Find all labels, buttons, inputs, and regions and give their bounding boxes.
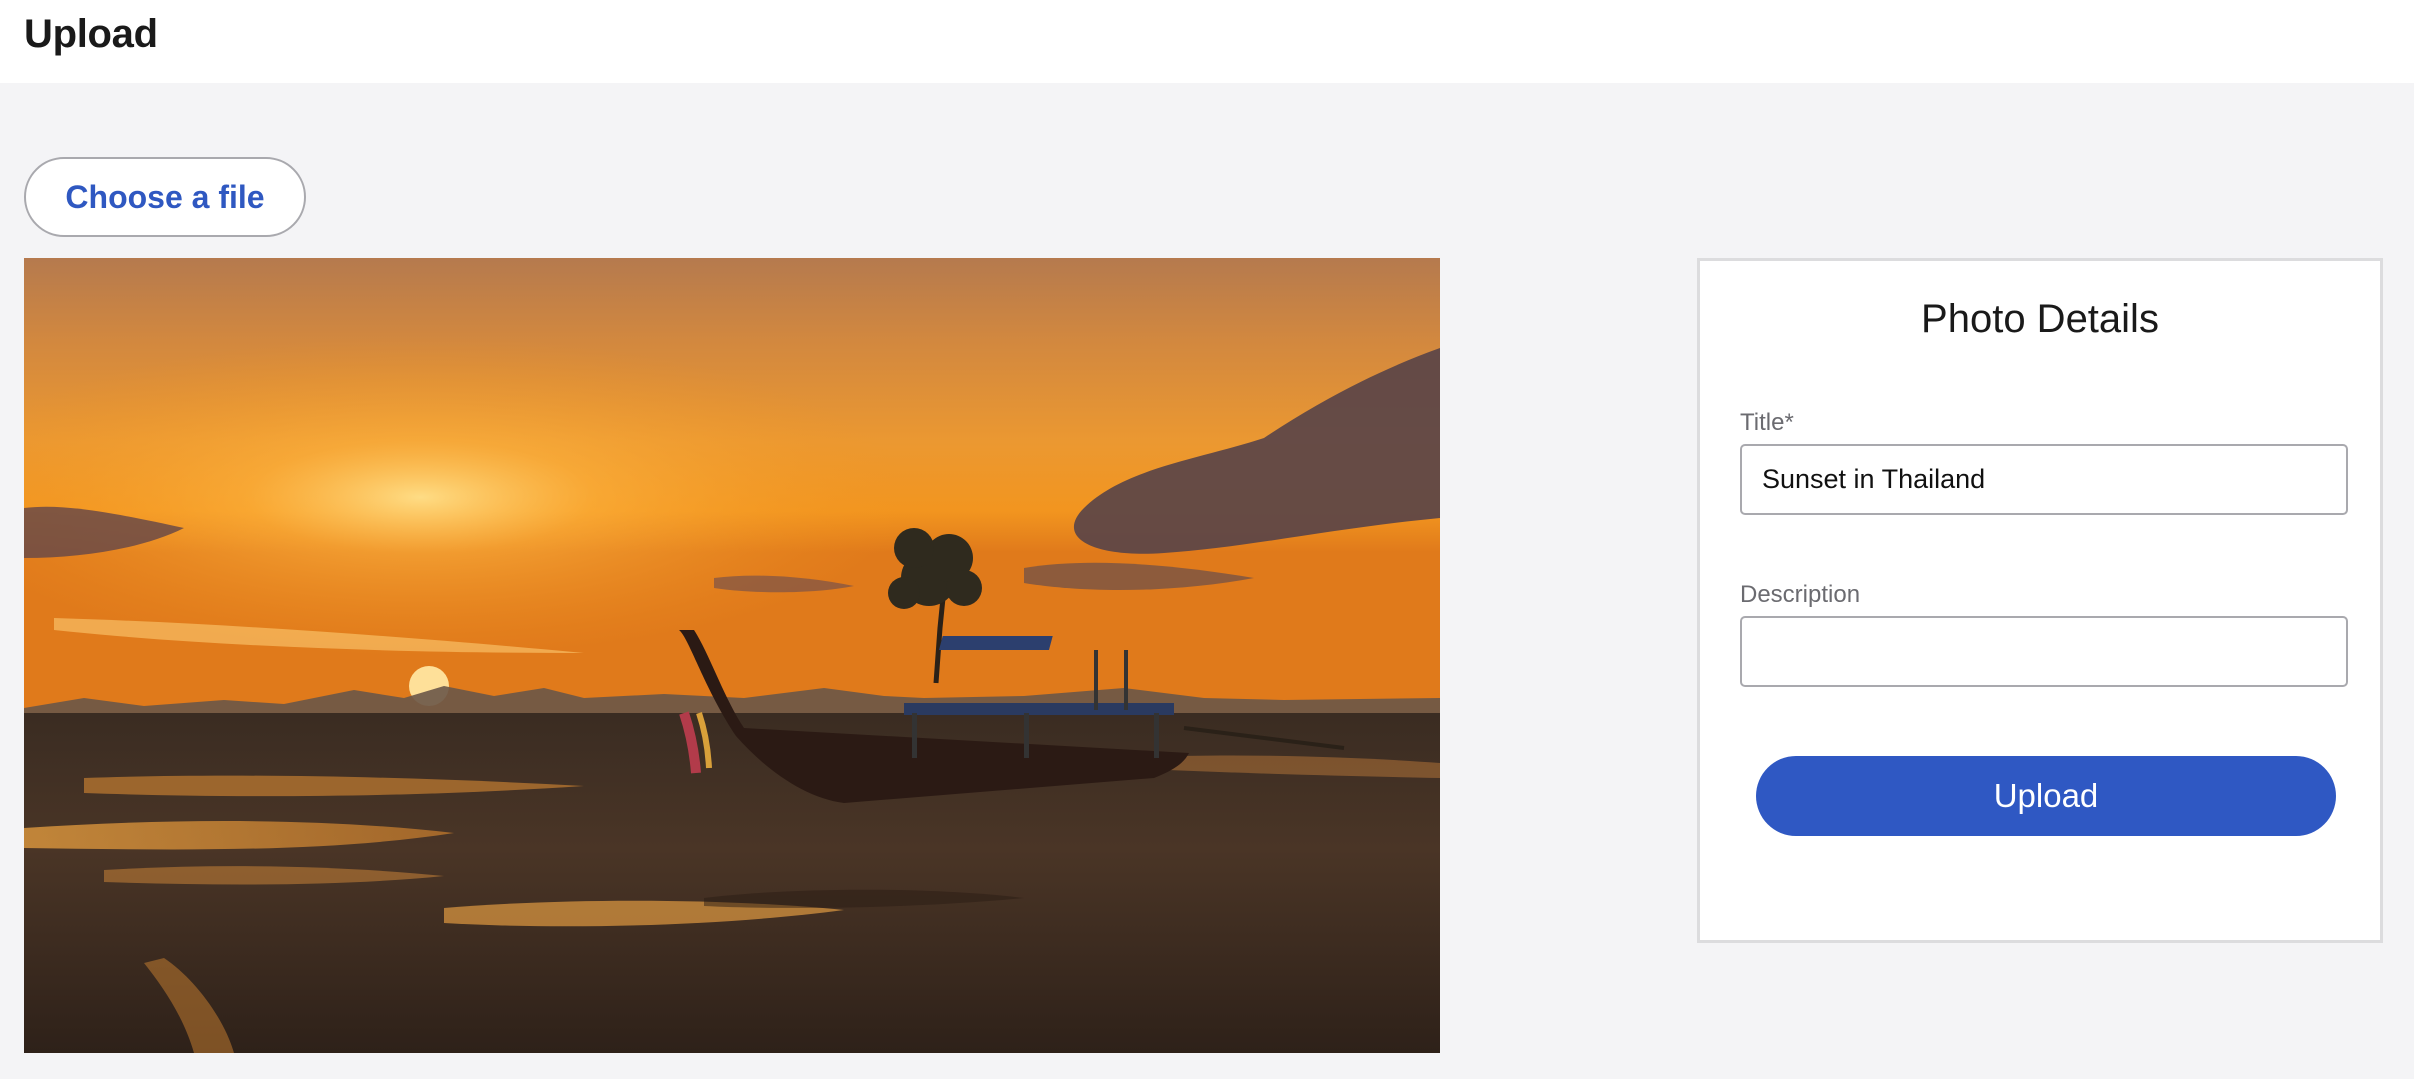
choose-file-button[interactable]: Choose a file <box>24 157 306 237</box>
top-bar: Upload <box>0 0 2414 83</box>
title-input[interactable] <box>1740 444 2348 515</box>
upload-button[interactable]: Upload <box>1756 756 2336 836</box>
description-input[interactable] <box>1740 616 2348 687</box>
photo-preview <box>24 258 1440 1053</box>
description-label: Description <box>1740 581 1861 608</box>
panel-title: Photo Details <box>1921 297 2159 341</box>
title-label: Title* <box>1740 409 1794 436</box>
photo-details-panel: Photo Details Title* Description Upload <box>1697 258 2383 943</box>
page-title: Upload <box>24 12 158 56</box>
